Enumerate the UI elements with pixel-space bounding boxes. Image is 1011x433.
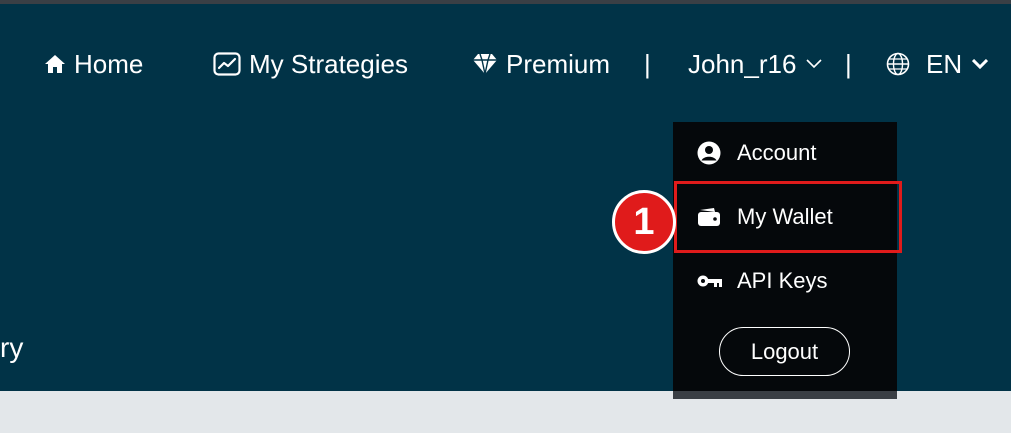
highlight-box [674,181,902,253]
globe-icon [886,52,910,76]
nav-premium-label: Premium [506,48,611,79]
menu-item-api-keys-label: API Keys [737,268,828,293]
diamond-icon [472,53,498,75]
home-icon [44,54,66,74]
menu-item-api-keys[interactable]: API Keys [673,253,897,309]
chevron-down-icon [972,59,989,69]
key-icon [697,273,723,289]
chart-line-icon [213,52,241,76]
user-circle-icon [697,141,723,165]
dropdown-bottom-border [673,391,897,399]
step-badge: 1 [612,190,676,254]
nav-my-strategies-label: My Strategies [249,48,408,79]
nav-premium[interactable]: Premium [472,44,610,84]
chevron-down-icon [806,59,822,69]
nav-my-strategies[interactable]: My Strategies [213,44,408,84]
nav-separator: | [845,48,852,79]
nav-home-label: Home [74,48,144,79]
nav-language-label: EN [926,48,963,79]
nav-user-label: John_r16 [688,48,797,79]
menu-item-account-label: Account [737,140,817,165]
logout-button[interactable]: Logout [719,327,850,376]
page-heading-fragment: ry [0,332,24,363]
nav-home[interactable]: Home [44,44,143,84]
menu-item-account[interactable]: Account [673,125,897,181]
nav-language-selector[interactable]: EN [886,44,989,84]
nav-separator: | [644,48,651,79]
nav-user-menu[interactable]: John_r16 [688,44,822,84]
